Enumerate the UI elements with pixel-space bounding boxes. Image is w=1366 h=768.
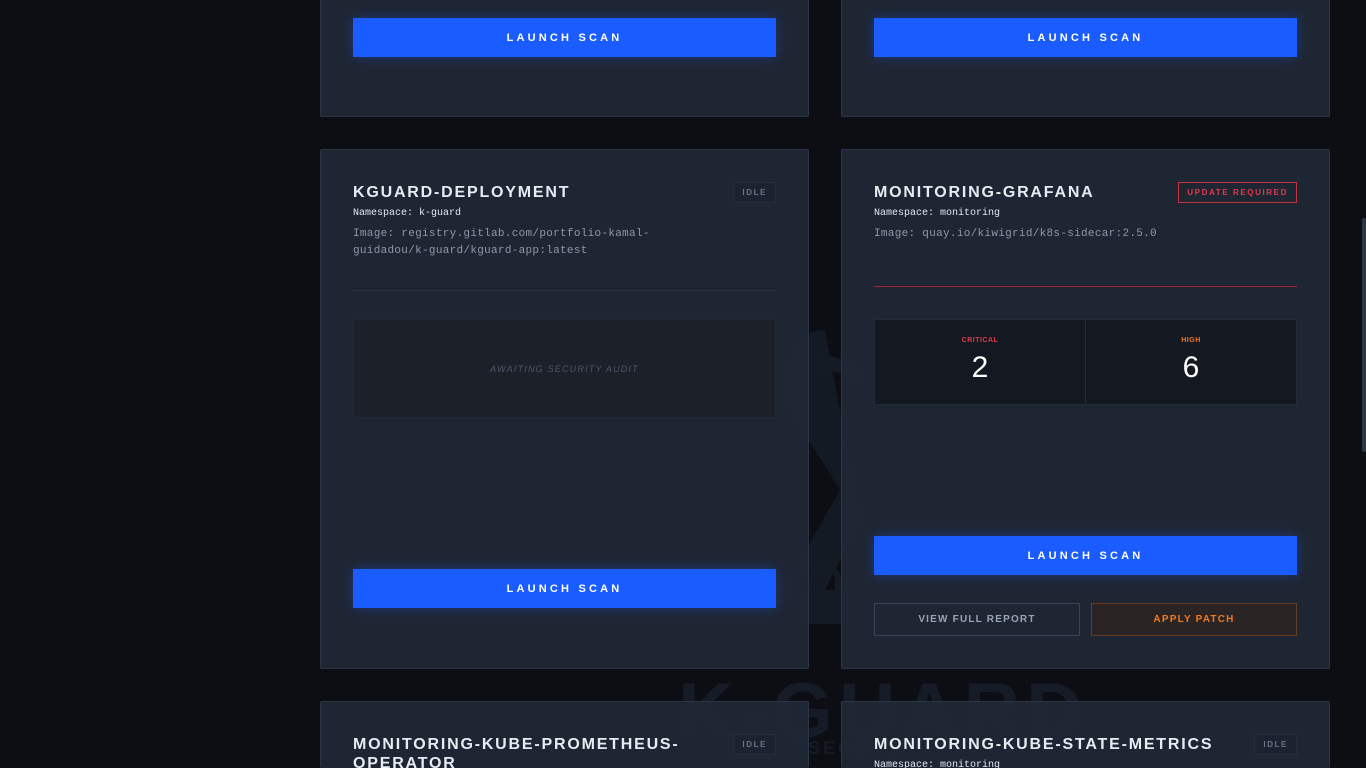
deployment-card-prometheus: MONITORING-KUBE-PROMETHEUS-OPERATOR IDLE <box>320 701 809 768</box>
launch-scan-button[interactable]: LAUNCH SCAN <box>874 536 1297 575</box>
image-text: Image: quay.io/kiwigrid/k8s-sidecar:2.5.… <box>874 228 1157 240</box>
launch-scan-button[interactable]: LAUNCH SCAN <box>353 569 776 608</box>
high-label: HIGH <box>1181 337 1201 344</box>
awaiting-audit-panel: AWAITING SECURITY AUDIT <box>353 319 776 418</box>
card-title: KGUARD-DEPLOYMENT <box>353 184 571 201</box>
card-divider <box>353 290 776 291</box>
status-badge: IDLE <box>733 734 776 755</box>
critical-count: 2 <box>971 351 989 384</box>
deployment-card-kguard: KGUARD-DEPLOYMENT IDLE Namespace: k-guar… <box>320 149 809 669</box>
launch-scan-button[interactable]: LAUNCH SCAN <box>874 18 1297 57</box>
status-badge: UPDATE REQUIRED <box>1178 182 1297 203</box>
apply-patch-button[interactable]: APPLY PATCH <box>1091 603 1297 636</box>
card-divider <box>874 286 1297 287</box>
deployment-card-state-metrics: MONITORING-KUBE-STATE-METRICS IDLE Names… <box>841 701 1330 768</box>
status-badge: IDLE <box>733 182 776 203</box>
view-full-report-button[interactable]: VIEW FULL REPORT <box>874 603 1080 636</box>
vulnerability-stats: CRITICAL 2 HIGH 6 <box>874 319 1297 405</box>
deployment-card-grafana: MONITORING-GRAFANA UPDATE REQUIRED Names… <box>841 149 1330 669</box>
card-title: MONITORING-KUBE-PROMETHEUS-OPERATOR <box>353 736 680 768</box>
launch-scan-button[interactable]: LAUNCH SCAN <box>353 18 776 57</box>
high-count: 6 <box>1182 351 1200 384</box>
deployment-card-top-left: LAUNCH SCAN <box>320 0 809 117</box>
namespace-text: Namespace: k-guard <box>353 208 462 219</box>
critical-stat: CRITICAL 2 <box>875 320 1085 404</box>
critical-label: CRITICAL <box>961 337 999 344</box>
deployment-card-top-right: LAUNCH SCAN <box>841 0 1330 117</box>
dashboard-viewport: K-GUARD SECOPS LAUNCH SCAN LAUNCH SCAN K… <box>0 0 1366 768</box>
namespace-text: Namespace: monitoring <box>874 208 1001 219</box>
card-title: MONITORING-KUBE-STATE-METRICS <box>874 736 1214 753</box>
page-scrollbar[interactable] <box>1362 0 1366 768</box>
status-badge: IDLE <box>1254 734 1297 755</box>
image-text: Image: registry.gitlab.com/portfolio-kam… <box>353 228 650 257</box>
high-stat: HIGH 6 <box>1085 320 1296 404</box>
namespace-text: Namespace: monitoring <box>874 760 1001 768</box>
scrollbar-thumb[interactable] <box>1362 218 1366 452</box>
